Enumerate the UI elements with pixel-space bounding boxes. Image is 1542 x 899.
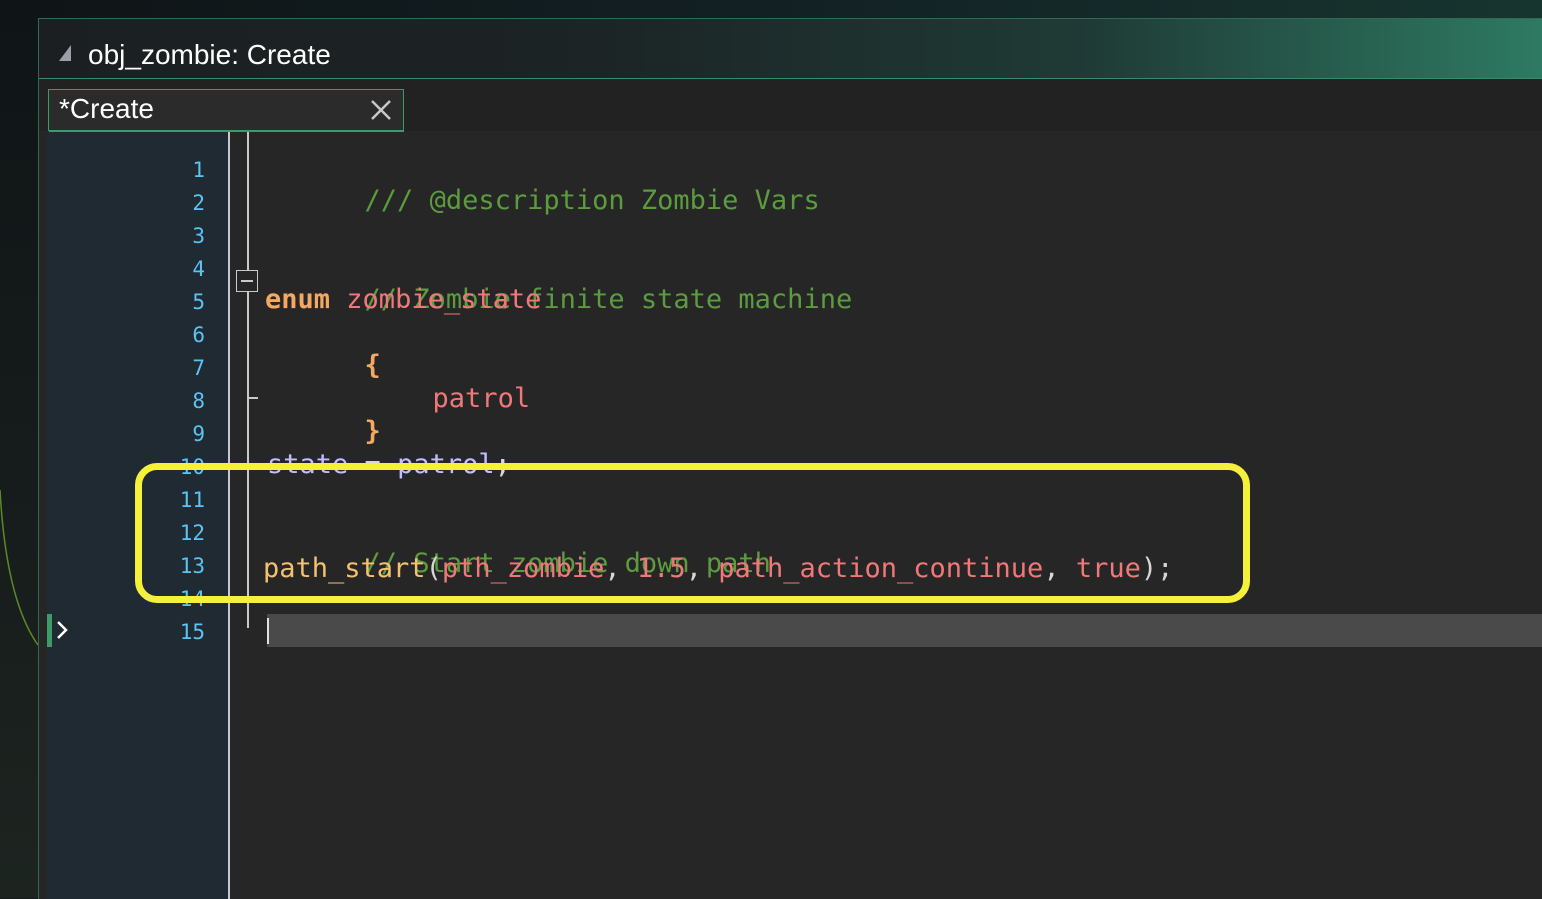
tab-create[interactable]: *Create — [48, 89, 404, 131]
desktop-background-top — [0, 0, 1542, 18]
current-line-highlight — [267, 614, 1542, 647]
brace: } — [364, 416, 381, 447]
line-number: 4 — [192, 257, 205, 281]
fold-end-marker — [248, 397, 258, 399]
line-number: 7 — [192, 356, 205, 380]
window-titlebar[interactable]: obj_zombie: Create — [39, 19, 1542, 79]
code-line-7[interactable]: patrol — [335, 349, 531, 414]
comment: /// @description Zombie Vars — [364, 185, 820, 216]
code-line-8[interactable]: } — [267, 382, 381, 447]
line-number: 5 — [192, 290, 205, 314]
fold-collapse-icon[interactable] — [236, 270, 258, 292]
background-curve — [0, 489, 39, 646]
keyword: enum — [265, 284, 331, 315]
line-number: 9 — [192, 422, 205, 446]
code-line-5[interactable]: enum zombie_state — [265, 283, 541, 316]
enum-value: patrol — [432, 383, 531, 414]
close-icon[interactable] — [369, 98, 393, 122]
code-editor-window: obj_zombie: Create *Create 1 2 3 4 5 6 7… — [38, 18, 1542, 899]
current-line-arrow-icon — [57, 621, 68, 639]
line-number: 15 — [179, 620, 205, 644]
change-marker — [47, 614, 52, 647]
line-number: 3 — [192, 224, 205, 248]
annotation-highlight-box — [135, 463, 1250, 603]
resize-grip-icon[interactable] — [57, 45, 73, 63]
tab-label: *Create — [59, 93, 154, 124]
code-line-1[interactable]: /// @description Zombie Vars — [267, 151, 820, 216]
window-title: obj_zombie: Create — [88, 39, 331, 70]
line-number: 2 — [192, 191, 205, 215]
code-line-4[interactable]: // Zombie finite state machine — [267, 250, 853, 315]
tab-strip: *Create — [39, 79, 1542, 131]
line-number: 8 — [192, 389, 205, 413]
text-caret — [267, 618, 269, 644]
enum-name: zombie_state — [346, 284, 542, 315]
code-line-6[interactable]: { — [267, 316, 381, 381]
line-number: 6 — [192, 323, 205, 347]
line-number: 1 — [192, 158, 205, 182]
